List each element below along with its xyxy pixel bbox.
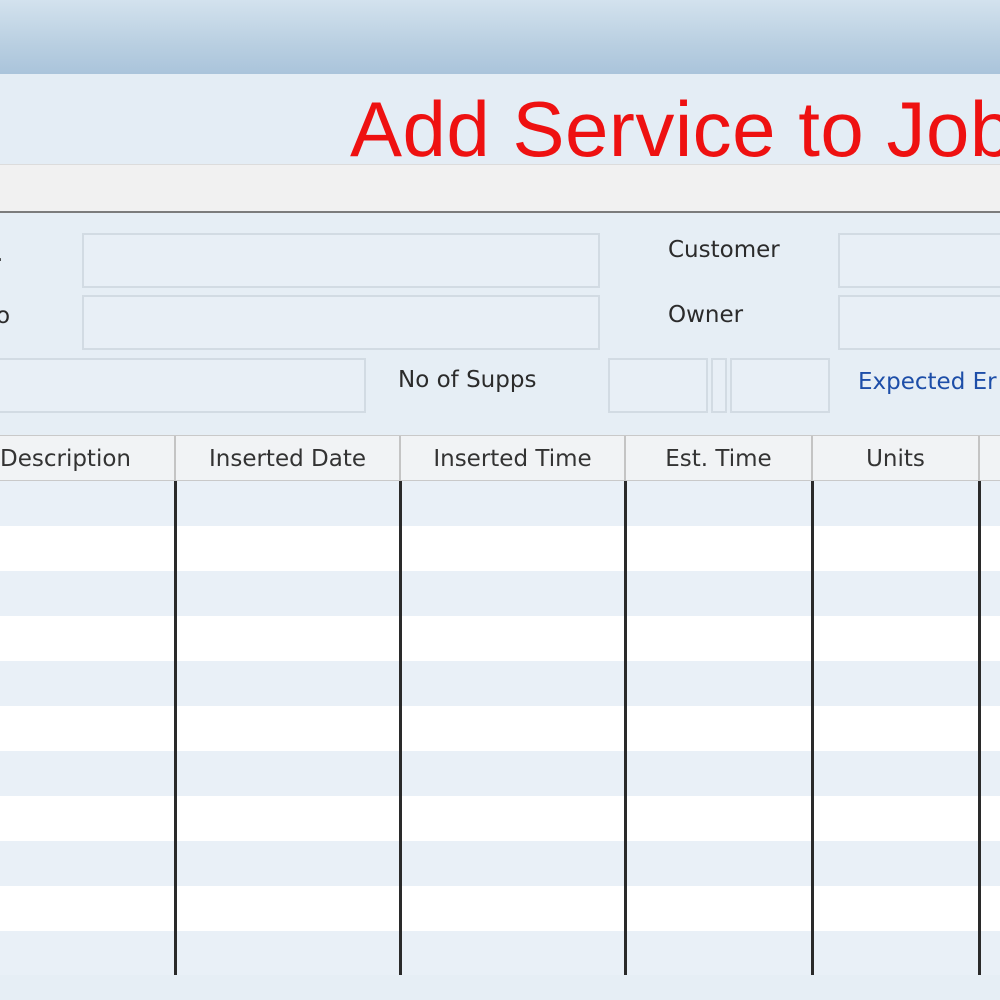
page-title: Add Service to Job [350,85,1000,173]
table-row[interactable] [0,526,1000,571]
job-details-form: . o Customer Owner No of Supps Expected … [0,213,1000,435]
no-of-supps-label: No of Supps [398,367,537,393]
column-header-inserted-time[interactable]: Inserted Time [401,436,626,482]
bottom-strip [0,975,1000,1000]
expected-link[interactable]: Expected Er [858,369,997,395]
table-row[interactable] [0,706,1000,751]
column-divider [174,481,177,975]
grid-header: Description Inserted Date Inserted Time … [0,435,1000,482]
field-label-second-left: o [0,303,11,329]
table-row[interactable] [0,931,1000,975]
column-header-est-time[interactable]: Est. Time [626,436,813,482]
table-row[interactable] [0,751,1000,796]
grid-rows [0,481,1000,975]
column-divider [811,481,814,975]
top-left-field[interactable] [82,233,600,288]
owner-label: Owner [668,302,744,328]
column-divider [978,481,981,975]
column-header-units[interactable]: Units [813,436,980,482]
table-row[interactable] [0,886,1000,931]
column-header-inserted-date[interactable]: Inserted Date [176,436,401,482]
customer-label: Customer [668,237,780,263]
field-label-top-left: . [0,241,3,267]
table-row[interactable] [0,841,1000,886]
supps-field-2[interactable] [730,358,830,413]
customer-field[interactable] [838,233,1000,288]
supps-spinner[interactable] [711,358,727,413]
column-header-extra[interactable] [980,436,1000,482]
table-row[interactable] [0,571,1000,616]
services-grid: Description Inserted Date Inserted Time … [0,435,1000,975]
second-left-field[interactable] [82,295,600,350]
owner-field[interactable] [838,295,1000,350]
toolbar-strip [0,164,1000,214]
table-row[interactable] [0,616,1000,661]
column-divider [624,481,627,975]
table-row[interactable] [0,796,1000,841]
third-left-field[interactable] [0,358,366,413]
table-row[interactable] [0,481,1000,526]
window-title-bar [0,0,1000,74]
column-divider [399,481,402,975]
supps-field-1[interactable] [608,358,708,413]
table-row[interactable] [0,661,1000,706]
column-header-description[interactable]: Description [0,436,176,482]
